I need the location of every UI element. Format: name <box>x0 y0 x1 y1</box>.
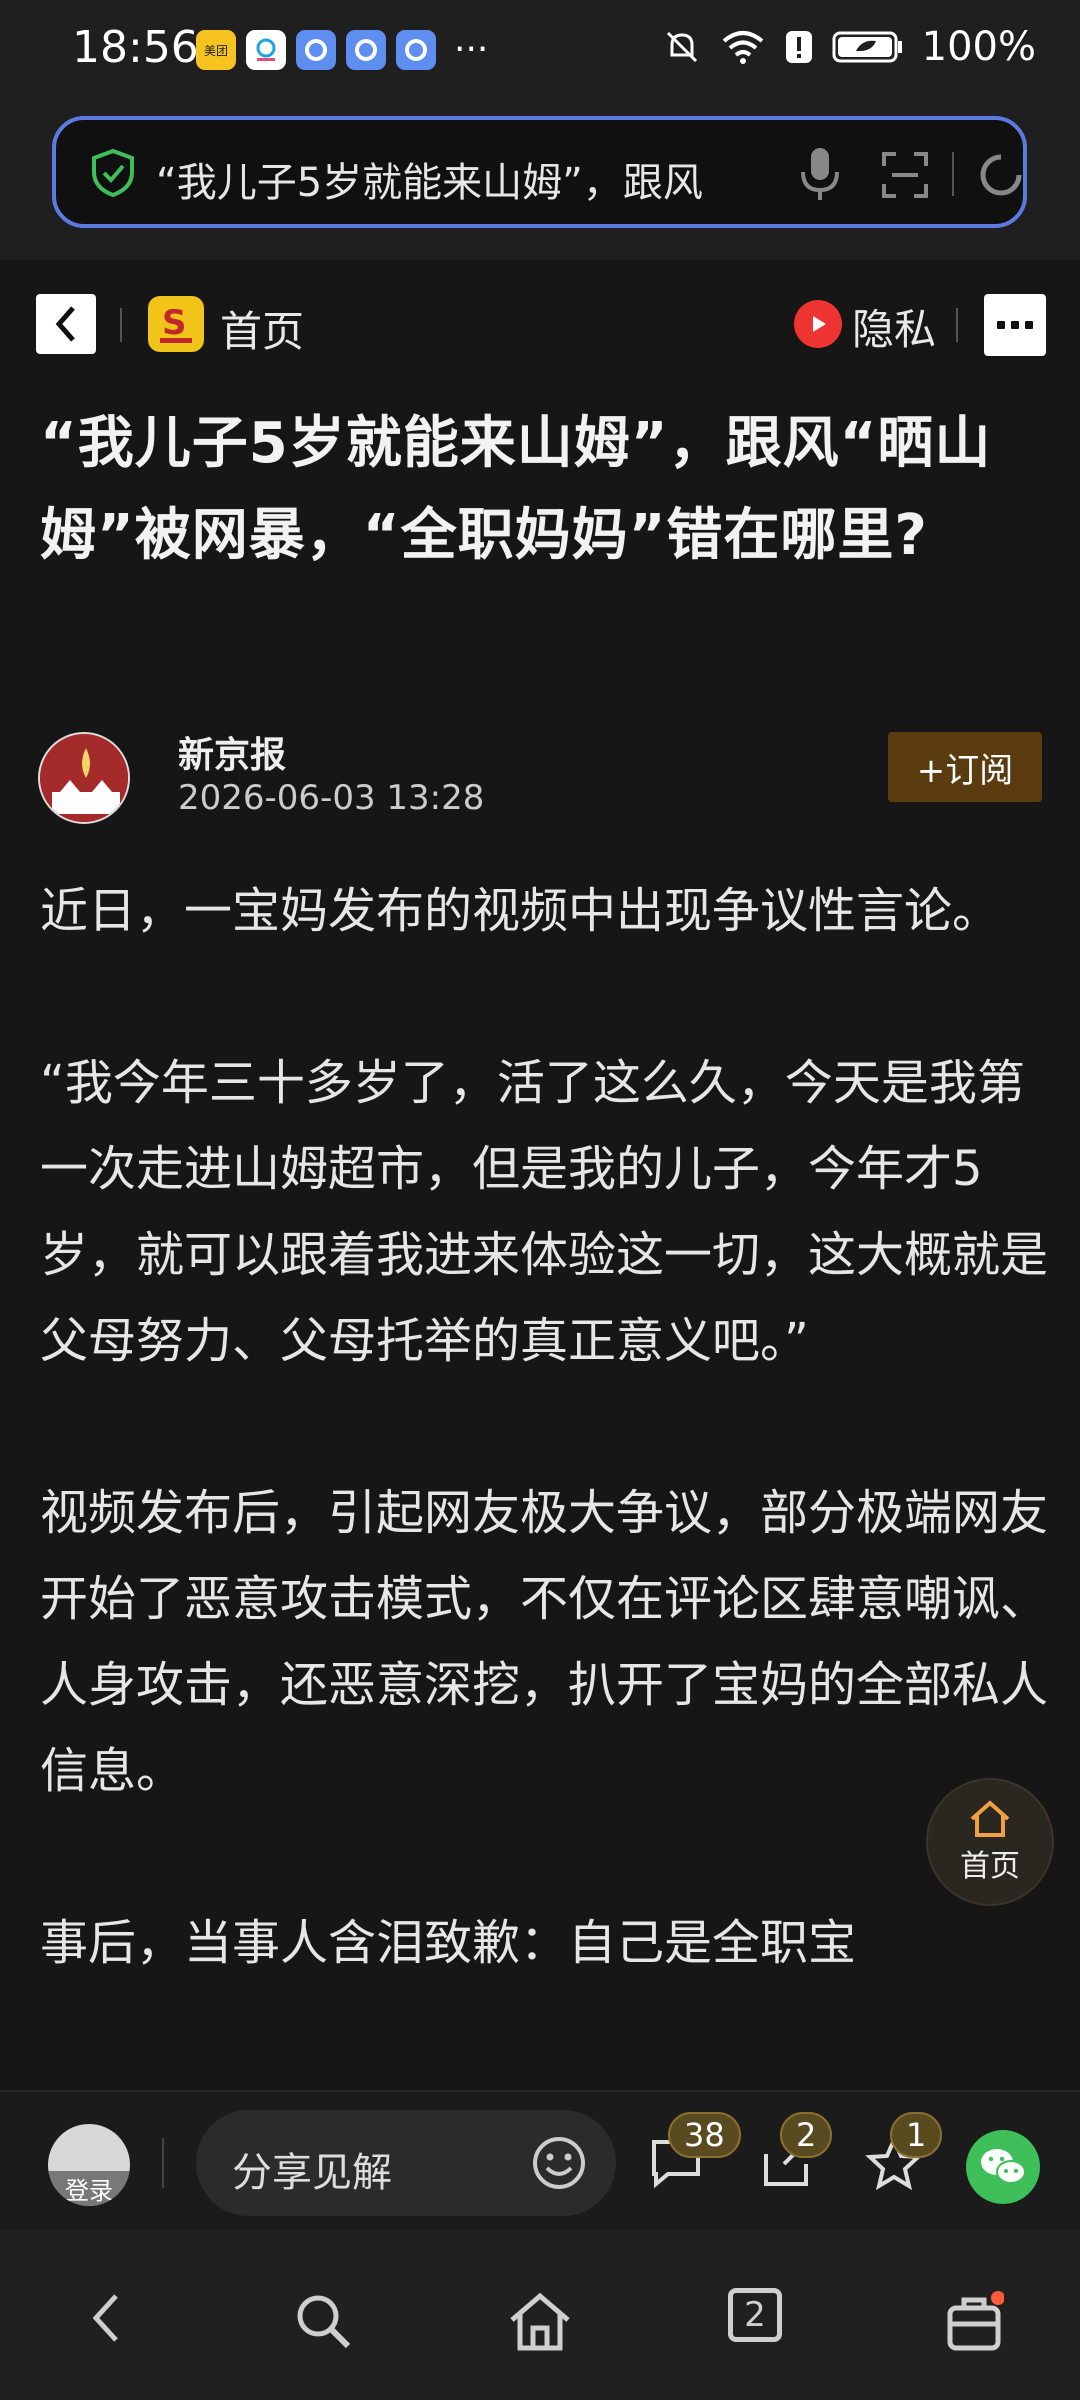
search-icon[interactable] <box>292 2290 356 2354</box>
bell-muted-icon <box>666 31 697 63</box>
url-text[interactable]: “我儿子5岁就能来山姆”，跟风 <box>156 150 776 208</box>
home-icon <box>970 1800 1010 1837</box>
status-app-icons: 美团 ··· <box>196 30 488 70</box>
more-menu-button[interactable] <box>984 294 1046 356</box>
login-label: 登录 <box>48 2171 130 2206</box>
tabs-button[interactable]: 2 <box>728 2288 782 2342</box>
scan-icon[interactable] <box>880 150 930 200</box>
login-avatar[interactable]: 登录 <box>48 2124 130 2206</box>
site-logo[interactable]: S <box>148 296 204 352</box>
paragraph: “我今年三十多岁了，活了这么久，今天是我第一次走进山姆超市，但是我的儿子，今年才… <box>40 1055 1049 1369</box>
privacy-label[interactable]: 隐私 <box>852 296 936 357</box>
wechat-icon <box>981 2149 1026 2184</box>
shield-check-icon[interactable] <box>90 148 136 198</box>
home-link[interactable]: 首页 <box>220 298 304 359</box>
author-name[interactable]: 新京报 <box>178 726 286 778</box>
mobile-app-icon <box>246 30 286 70</box>
author-row: 新京报 2026-06-03 13:28 +订阅 <box>0 720 1080 840</box>
status-right: 100% <box>662 24 1036 70</box>
svg-text:S: S <box>162 303 187 343</box>
action-divider <box>162 2138 164 2188</box>
app-icon-blue-3 <box>396 30 436 70</box>
home-nav-icon[interactable] <box>506 2290 574 2354</box>
share-input[interactable]: 分享见解 <box>196 2110 616 2216</box>
nav-divider <box>120 308 122 342</box>
address-divider <box>952 152 954 196</box>
article-title: “我儿子5岁就能来山姆”，跟风“晒山姆”被网暴，“全职妈妈”错在哪里? <box>40 411 992 568</box>
paragraph: 事后，当事人含泪致歉：自己是全职宝 <box>40 1915 857 1971</box>
privacy-play-icon[interactable] <box>794 300 842 348</box>
author-avatar[interactable] <box>38 732 130 824</box>
browser-nav-bar: 2 <box>0 2230 1080 2400</box>
emoji-icon[interactable] <box>530 2134 588 2192</box>
toolbox-icon[interactable] <box>944 2290 1004 2354</box>
address-bar-container: “我儿子5岁就能来山姆”，跟风 <box>0 100 1080 260</box>
more-notifications-icon: ··· <box>454 29 489 70</box>
wifi-icon <box>722 31 763 64</box>
status-bar: 18:56 美团 ··· 100% <box>0 0 1080 100</box>
floating-home-button[interactable]: 首页 <box>926 1778 1054 1906</box>
app-icon-blue-1 <box>296 30 336 70</box>
alert-icon <box>785 31 812 63</box>
meituan-label: 美团 <box>203 43 228 58</box>
battery-icon <box>832 31 902 63</box>
wechat-share-button[interactable] <box>966 2130 1040 2204</box>
paragraph: 近日，一宝妈发布的视频中出现争议性言论。 <box>40 883 1001 939</box>
article-action-bar: 登录 分享见解 38 2 1 <box>0 2090 1080 2232</box>
comment-count-badge: 38 <box>668 2112 741 2158</box>
floating-home-label: 首页 <box>960 1849 1020 1884</box>
favorite-count-badge: 1 <box>890 2112 943 2158</box>
share-count-badge: 2 <box>780 2112 833 2158</box>
address-bar[interactable]: “我儿子5岁就能来山姆”，跟风 <box>52 116 1027 228</box>
status-time: 18:56 <box>72 22 199 73</box>
publish-time: 2026-06-03 13:28 <box>178 778 485 818</box>
meituan-app-icon: 美团 <box>196 30 236 70</box>
nav-divider-right <box>956 308 958 342</box>
back-nav-icon[interactable] <box>86 2290 126 2346</box>
site-nav: S 首页 隐私 <box>0 260 1080 390</box>
battery-percent: 100% <box>921 24 1036 70</box>
article-body: 近日，一宝妈发布的视频中出现争议性言论。 “我今年三十多岁了，活了这么久，今天是… <box>40 868 1050 2072</box>
s-logo-icon: S <box>160 303 192 343</box>
subscribe-button[interactable]: +订阅 <box>888 732 1042 802</box>
chevron-left-icon <box>55 306 75 342</box>
microphone-icon[interactable] <box>798 144 842 204</box>
paragraph: 视频发布后，引起网友极大争议，部分极端网友开始了恶意攻击模式，不仅在评论区肆意嘲… <box>40 1485 1049 1799</box>
refresh-icon[interactable] <box>974 148 1028 202</box>
share-placeholder: 分享见解 <box>232 2150 392 2196</box>
app-icon-blue-2 <box>346 30 386 70</box>
back-button[interactable] <box>36 294 96 354</box>
